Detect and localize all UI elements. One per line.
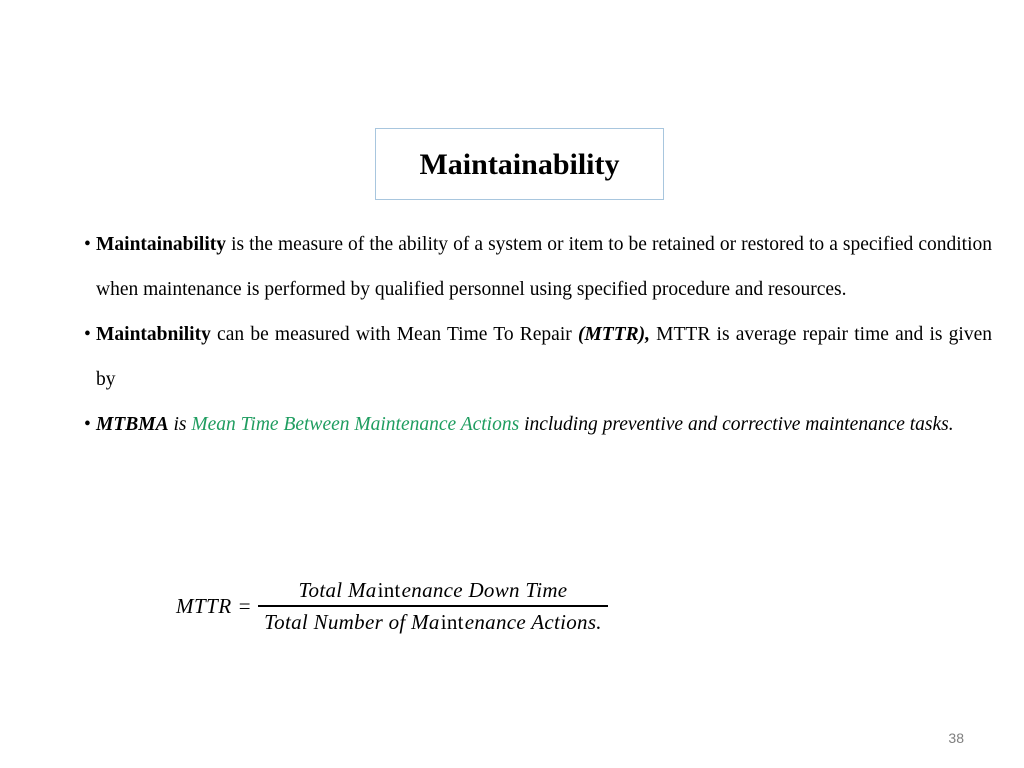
page-title: Maintainability — [419, 147, 620, 181]
bullet-segment-abbrev: (MTTR), — [577, 324, 650, 345]
mttr-equation: MTTR = Total Maintenance Down Time Total… — [176, 578, 608, 635]
slide: Maintainability • Maintainability is the… — [0, 0, 1024, 768]
bullet-segment-term: Maintabnility — [96, 324, 211, 345]
bullet-segment-body: is the measure of the ability of a syste… — [96, 234, 992, 300]
denominator-part-2: enance Actions. — [464, 609, 602, 634]
bullet-text: Maintainability is the measure of the ab… — [96, 234, 992, 300]
denominator-upright: int — [440, 609, 464, 634]
body-content: • Maintainability is the measure of the … — [84, 222, 992, 447]
equation-left-side: MTTR = — [176, 593, 253, 618]
bullet-segment-term: MTBMA — [96, 414, 169, 435]
bullet-marker: • — [84, 234, 91, 255]
bullet-segment-tail: including preventive and corrective main… — [519, 414, 954, 435]
denominator-part-1: Total Number of Ma — [264, 609, 440, 634]
bullet-marker: • — [84, 414, 91, 435]
title-box: Maintainability — [375, 128, 664, 200]
bullet-text: Maintabnility can be measured with Mean … — [96, 324, 992, 390]
bullet-item: • Maintabnility can be measured with Mea… — [84, 312, 992, 402]
numerator-upright: int — [377, 578, 401, 602]
equation-fraction: Total Maintenance Down Time Total Number… — [258, 578, 608, 635]
bullet-item: • MTBMA is Mean Time Between Maintenance… — [84, 402, 992, 447]
bullet-segment-highlight: Mean Time Between Maintenance Actions — [191, 414, 520, 435]
bullet-segment-body: can be measured with Mean Time To Repair — [210, 324, 578, 345]
bullet-segment-connector: is — [168, 414, 192, 435]
bullet-item: • Maintainability is the measure of the … — [84, 222, 992, 312]
bullet-segment-term: Maintainability — [96, 234, 227, 255]
bullet-marker: • — [84, 324, 91, 345]
numerator-part-1: Total Ma — [298, 578, 377, 602]
equation-denominator: Total Number of Maintenance Actions. — [258, 607, 608, 635]
equation-numerator: Total Maintenance Down Time — [293, 578, 574, 605]
numerator-part-2: enance Down Time — [401, 578, 568, 602]
bullet-text: MTBMA is Mean Time Between Maintenance A… — [96, 414, 954, 435]
page-number: 38 — [948, 730, 964, 746]
